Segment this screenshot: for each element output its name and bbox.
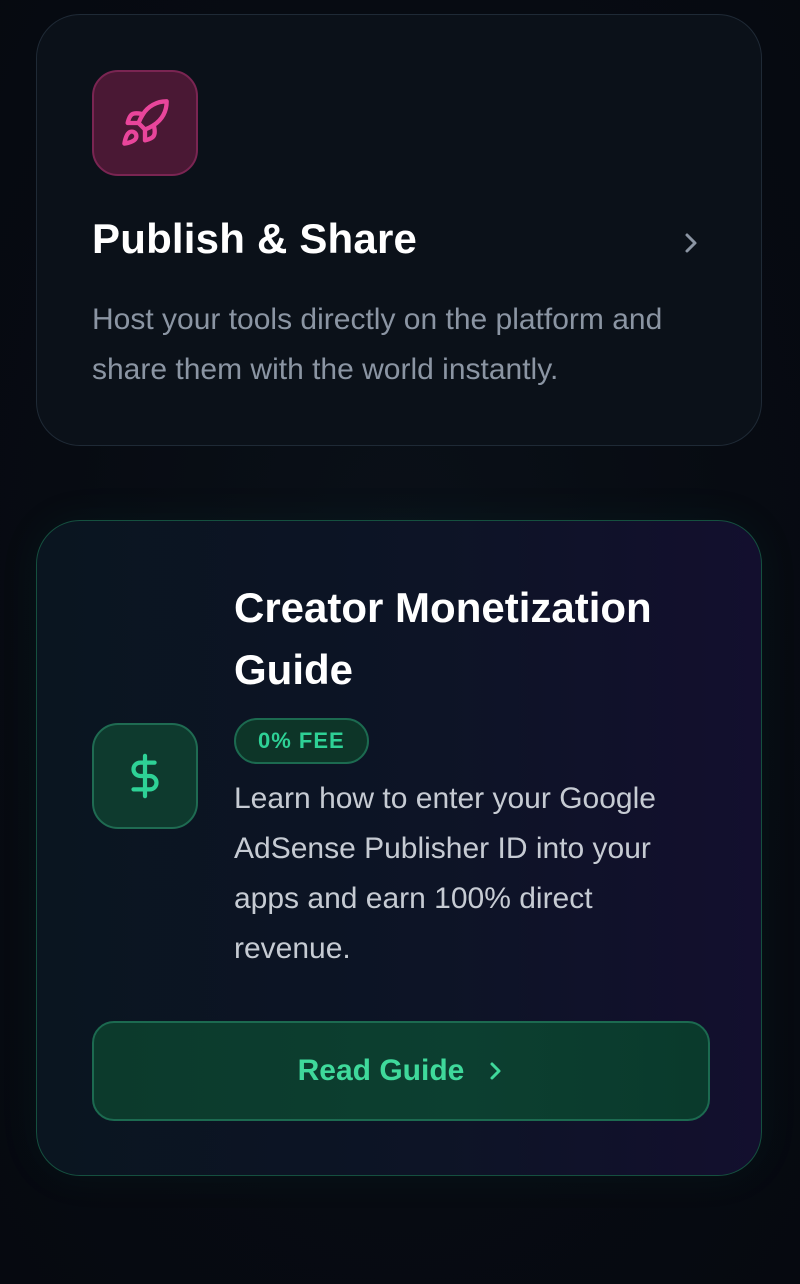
- publish-card-description: Host your tools directly on the platform…: [92, 303, 663, 386]
- dollar-icon: [131, 753, 159, 799]
- read-guide-button[interactable]: Read Guide: [92, 1021, 710, 1121]
- page: Publish & Share Host your tools directly…: [0, 0, 800, 1284]
- chevron-right-icon: [685, 233, 697, 253]
- monetization-card-title: Creator Monetization Guide: [234, 584, 652, 693]
- publish-share-card[interactable]: Publish & Share Host your tools directly…: [36, 14, 762, 446]
- publish-icon-tile: [92, 70, 198, 176]
- read-guide-label: Read Guide: [297, 1054, 465, 1087]
- chevron-right-icon: [490, 1062, 501, 1080]
- monetization-card-description: Learn how to enter your Google AdSense P…: [234, 782, 656, 965]
- monetization-guide-card: Creator Monetization Guide 0% FEE Learn …: [36, 520, 762, 1176]
- rocket-icon: [122, 99, 169, 146]
- monetization-icon-tile: [92, 723, 198, 829]
- publish-card-title: Publish & Share: [92, 215, 418, 262]
- fee-badge: 0% FEE: [234, 718, 369, 764]
